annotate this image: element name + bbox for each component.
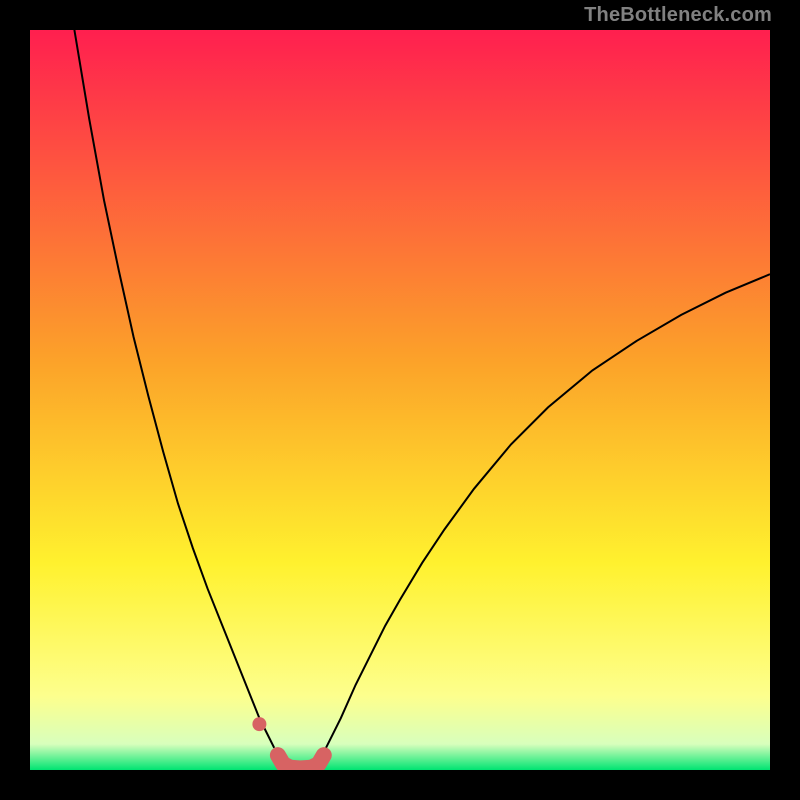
chart-background xyxy=(30,30,770,770)
bottleneck-chart xyxy=(30,30,770,770)
marker-group xyxy=(252,717,266,731)
marker-left-dot xyxy=(252,717,266,731)
chart-frame: TheBottleneck.com xyxy=(0,0,800,800)
plot-area xyxy=(30,30,770,770)
watermark-text: TheBottleneck.com xyxy=(584,4,772,27)
